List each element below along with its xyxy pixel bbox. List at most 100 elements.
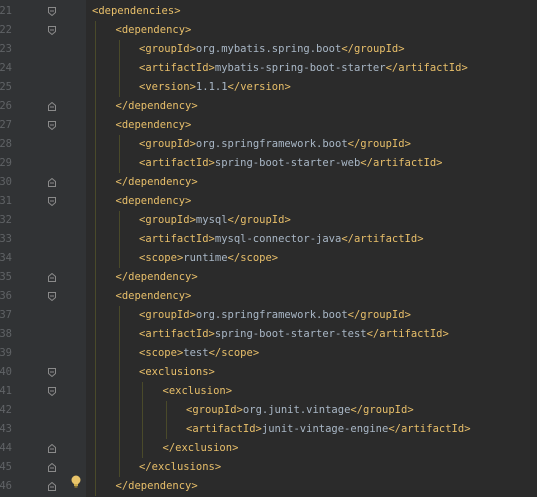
tag-bracket: > <box>252 347 260 359</box>
line-number: 35 <box>0 271 12 283</box>
tag-bracket: > <box>185 24 192 36</box>
fold-open-icon[interactable] <box>48 26 56 35</box>
fold-open-icon[interactable] <box>48 121 56 130</box>
code-line[interactable]: 40 <exclusions> <box>0 363 537 382</box>
line-number: 45 <box>0 461 12 473</box>
code-line[interactable]: 42 <groupId>org.junit.vintage</groupId> <box>0 401 537 420</box>
code-line[interactable]: 31 <dependency> <box>0 192 537 211</box>
code-line[interactable]: 24 <artifactId>mybatis-spring-boot-starte… <box>0 59 537 78</box>
fold-open-icon[interactable] <box>48 197 56 206</box>
tag-name: dependency <box>121 119 186 131</box>
line-number: 26 <box>0 100 12 112</box>
tag-bracket: </ <box>385 62 399 74</box>
indent-guide <box>118 135 120 173</box>
tag-name: groupId <box>192 404 237 416</box>
tag-bracket: > <box>404 138 411 150</box>
code-text: <dependency> <box>116 116 192 135</box>
code-line[interactable]: 25 <version>1.1.1</version> <box>0 78 537 97</box>
tag-bracket: </ <box>347 138 361 150</box>
line-number: 25 <box>0 81 12 93</box>
tag-bracket: > <box>185 195 192 207</box>
tag-name: artifactId <box>145 62 209 74</box>
fold-open-icon[interactable] <box>48 368 56 377</box>
tag-name: exclusions <box>151 461 215 473</box>
indent-guide <box>118 306 120 477</box>
tag-name: dependency <box>121 24 186 36</box>
tag-bracket: > <box>284 214 291 226</box>
line-number: 29 <box>0 157 12 169</box>
tag-name: groupId <box>240 214 285 226</box>
tag-name: dependency <box>128 480 192 492</box>
tag-bracket: > <box>417 233 424 245</box>
code-line[interactable]: 38 <artifactId>spring-boot-starter-test</… <box>0 325 537 344</box>
tag-bracket: > <box>284 81 291 93</box>
line-number: 31 <box>0 195 12 207</box>
code-line[interactable]: 41 <exclusion> <box>0 382 537 401</box>
element-value: spring-boot-starter-web <box>214 157 361 169</box>
line-number: 21 <box>0 5 12 17</box>
code-line[interactable]: 37 <groupId>org.springframework.boot</gro… <box>0 306 537 325</box>
tag-bracket: </ <box>115 271 129 283</box>
code-line[interactable]: 30 </dependency> <box>0 173 537 192</box>
code-line[interactable]: 23 <groupId>org.mybatis.spring.boot</grou… <box>0 40 537 59</box>
code-text: <groupId>org.springframework.boot</group… <box>139 306 411 325</box>
indent-guide <box>118 40 120 97</box>
tag-name: dependencies <box>98 5 175 17</box>
tag-bracket: </ <box>139 461 152 473</box>
code-text: <dependency> <box>116 192 192 211</box>
tag-name: dependency <box>128 176 192 188</box>
tag-name: groupId <box>145 43 190 55</box>
code-line[interactable]: 28 <groupId>org.springframework.boot</gro… <box>0 135 537 154</box>
fold-open-icon[interactable] <box>48 292 56 301</box>
lightbulb-icon[interactable] <box>70 475 82 489</box>
code-text: </exclusion> <box>163 439 239 458</box>
tag-bracket: > <box>185 119 192 131</box>
element-value: org.mybatis.spring.boot <box>195 43 342 55</box>
tag-name: groupId <box>360 309 405 321</box>
code-line[interactable]: 43 <artifactId>junit-vintage-engine</arti… <box>0 420 537 439</box>
tag-name: artifactId <box>145 328 209 340</box>
code-text: <groupId>org.mybatis.spring.boot</groupI… <box>139 40 405 59</box>
element-value: 1.1.1 <box>195 81 228 93</box>
fold-close-icon[interactable] <box>48 102 56 111</box>
code-text: </dependency> <box>116 477 198 496</box>
line-number: 30 <box>0 176 12 188</box>
tag-bracket: </ <box>341 43 354 55</box>
code-line[interactable]: 29 <artifactId>spring-boot-starter-web</a… <box>0 154 537 173</box>
tag-bracket: > <box>404 309 411 321</box>
line-number: 37 <box>0 309 12 321</box>
code-text: <scope>runtime</scope> <box>139 249 278 268</box>
code-text: <groupId>org.springframework.boot</group… <box>139 135 411 154</box>
code-text: <artifactId>mybatis-spring-boot-starter<… <box>139 59 468 78</box>
fold-close-icon[interactable] <box>48 273 56 282</box>
code-line[interactable]: 27 <dependency> <box>0 116 537 135</box>
line-number: 28 <box>0 138 12 150</box>
code-line[interactable]: 32 <groupId>mysql</groupId> <box>0 211 537 230</box>
code-line[interactable]: 22 <dependency> <box>0 21 537 40</box>
tag-name: scope <box>145 252 177 264</box>
indent-guide <box>165 401 167 439</box>
code-text: <scope>test</scope> <box>139 344 259 363</box>
code-line[interactable]: 35 </dependency> <box>0 268 537 287</box>
line-number: 40 <box>0 366 12 378</box>
code-line[interactable]: 21 <dependencies> <box>0 2 537 21</box>
code-line[interactable]: 33 <artifactId>mysql-connector-java</arti… <box>0 230 537 249</box>
fold-close-icon[interactable] <box>48 178 56 187</box>
code-line[interactable]: 39 <scope>test</scope> <box>0 344 537 363</box>
fold-close-icon[interactable] <box>48 463 56 472</box>
fold-open-icon[interactable] <box>48 387 56 396</box>
code-line[interactable]: 36 <dependency> <box>0 287 537 306</box>
tag-bracket: </ <box>388 423 401 435</box>
code-line[interactable]: 34 <scope>runtime</scope> <box>0 249 537 268</box>
code-line[interactable]: 44 </exclusion> <box>0 439 537 458</box>
code-line[interactable]: 26 </dependency> <box>0 97 537 116</box>
tag-bracket: > <box>191 100 198 112</box>
tag-bracket: > <box>214 461 222 473</box>
tag-name: exclusion <box>168 385 226 397</box>
element-value: spring-boot-starter-test <box>214 328 367 340</box>
fold-close-icon[interactable] <box>48 482 56 491</box>
code-text: <exclusions> <box>139 363 215 382</box>
tag-bracket: </ <box>341 233 354 245</box>
fold-open-icon[interactable] <box>48 7 56 16</box>
fold-close-icon[interactable] <box>48 444 56 453</box>
